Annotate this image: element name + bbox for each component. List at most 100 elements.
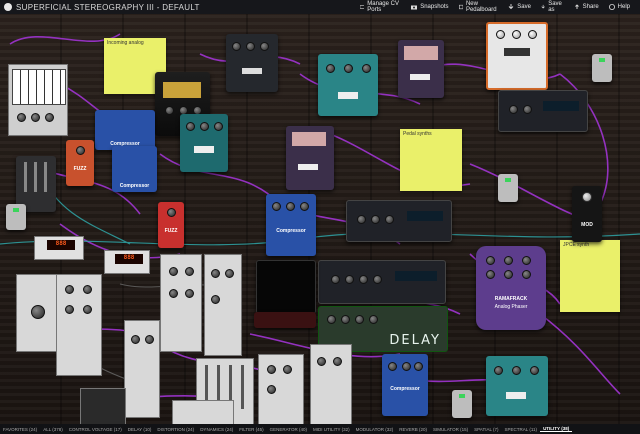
- switch-pedal-2[interactable]: [498, 174, 518, 202]
- snapshots-button[interactable]: Snapshots: [411, 4, 449, 10]
- tab-spatial[interactable]: SPATIAL (7): [471, 427, 501, 432]
- knob[interactable]: [388, 362, 397, 371]
- knob[interactable]: [211, 269, 220, 278]
- footswitch[interactable]: [582, 192, 592, 202]
- mod-pedal[interactable]: MOD: [572, 186, 602, 242]
- fader[interactable]: [44, 162, 47, 192]
- knob[interactable]: [345, 275, 354, 284]
- knob[interactable]: [523, 105, 532, 114]
- sequencer-module-2[interactable]: 888: [104, 250, 150, 274]
- piano-keys[interactable]: [12, 69, 66, 105]
- knob[interactable]: [211, 295, 220, 304]
- grey-module-6[interactable]: [258, 354, 304, 424]
- grey-module-8[interactable]: [172, 400, 234, 424]
- knob[interactable]: [486, 256, 495, 265]
- knob[interactable]: [131, 335, 140, 344]
- tab-generator[interactable]: GENERATOR (40): [267, 427, 310, 432]
- knob[interactable]: [145, 335, 154, 344]
- knob[interactable]: [169, 289, 178, 298]
- switch-pedal-4[interactable]: [6, 204, 26, 230]
- knob[interactable]: [504, 270, 513, 279]
- grey-module-5[interactable]: [124, 320, 160, 418]
- tab-dynamics[interactable]: DYNAMICS (24): [197, 427, 236, 432]
- pedal-faders[interactable]: [404, 46, 438, 60]
- compressor-pedal-c[interactable]: Compressor: [266, 194, 316, 256]
- knob[interactable]: [331, 275, 340, 284]
- knob[interactable]: [486, 270, 495, 279]
- teal-pedal-2[interactable]: [318, 54, 378, 116]
- knob[interactable]: [200, 122, 209, 131]
- knob[interactable]: [83, 305, 92, 314]
- knob[interactable]: [355, 315, 364, 324]
- knob[interactable]: [31, 113, 40, 122]
- teal-pedal-3[interactable]: [486, 356, 548, 416]
- knob[interactable]: [272, 202, 281, 211]
- rack-unit-2[interactable]: [498, 90, 588, 132]
- knob[interactable]: [232, 42, 241, 51]
- knob[interactable]: [267, 385, 276, 394]
- tab-delay[interactable]: DELAY (10): [125, 427, 155, 432]
- teal-pedal-1[interactable]: [180, 114, 228, 172]
- share-button[interactable]: Share: [574, 4, 599, 10]
- tab-reverb[interactable]: REVERB (20): [396, 427, 430, 432]
- grey-module-1[interactable]: [16, 274, 58, 352]
- new-pedalboard-button[interactable]: New Pedalboard: [458, 1, 499, 13]
- tab-control-voltage[interactable]: CONTROL VOLTAGE (17): [66, 427, 125, 432]
- manage-cv-button[interactable]: Manage CV Ports: [360, 1, 401, 13]
- tab-utility[interactable]: UTILITY (38): [540, 426, 573, 432]
- knob[interactable]: [371, 215, 380, 224]
- knob[interactable]: [530, 366, 539, 375]
- fader[interactable]: [34, 162, 37, 192]
- knob[interactable]: [283, 365, 292, 374]
- knob[interactable]: [185, 267, 194, 276]
- knob[interactable]: [341, 315, 350, 324]
- knob[interactable]: [83, 285, 92, 294]
- tab-filter[interactable]: FILTER (45): [236, 427, 266, 432]
- tab-all[interactable]: ALL (378): [40, 427, 66, 432]
- sequencer-module-1[interactable]: 888: [34, 236, 84, 260]
- knob[interactable]: [496, 30, 505, 39]
- fader[interactable]: [241, 365, 244, 409]
- tab-spectral[interactable]: SPECTRAL (11): [502, 427, 541, 432]
- knob[interactable]: [45, 113, 54, 122]
- grey-module-4[interactable]: [204, 254, 242, 356]
- tab-distortion[interactable]: DISTORTION (24): [154, 427, 197, 432]
- knob[interactable]: [186, 122, 195, 131]
- help-button[interactable]: Help: [608, 4, 630, 10]
- knob[interactable]: [522, 270, 531, 279]
- knob[interactable]: [402, 362, 411, 371]
- knob[interactable]: [326, 64, 335, 73]
- save-button[interactable]: Save: [508, 4, 531, 10]
- compressor-pedal-a[interactable]: Compressor: [95, 110, 155, 150]
- looper-controls[interactable]: [254, 312, 316, 328]
- knob[interactable]: [333, 357, 342, 366]
- knob[interactable]: [286, 202, 295, 211]
- purple-pedal-1[interactable]: [398, 40, 444, 98]
- fader[interactable]: [24, 162, 27, 192]
- knob[interactable]: [300, 202, 309, 211]
- fuzz-pedal-a[interactable]: FUZZ: [66, 140, 94, 186]
- rack-unit-1[interactable]: [346, 200, 452, 242]
- sticky-note-jpce[interactable]: JPCE synth: [560, 240, 620, 312]
- knob[interactable]: [369, 315, 378, 324]
- compressor-pedal-b[interactable]: Compressor: [112, 146, 157, 192]
- knob[interactable]: [185, 289, 194, 298]
- knob[interactable]: [385, 215, 394, 224]
- grey-module-7[interactable]: [310, 344, 352, 424]
- sticky-note-pedal-synths[interactable]: Pedal synths: [400, 129, 462, 191]
- knob[interactable]: [65, 305, 74, 314]
- tab-simulator[interactable]: SIMULATOR (15): [430, 427, 471, 432]
- knob[interactable]: [373, 275, 382, 284]
- grey-module-3[interactable]: [160, 254, 202, 352]
- keyboard-module[interactable]: [8, 64, 68, 136]
- knob[interactable]: [65, 285, 74, 294]
- knob[interactable]: [267, 365, 276, 374]
- grey-module-2[interactable]: [56, 274, 102, 376]
- knob[interactable]: [362, 64, 371, 73]
- knob[interactable]: [225, 269, 234, 278]
- knob[interactable]: [17, 113, 26, 122]
- switch-pedal-3[interactable]: [452, 390, 472, 418]
- knob[interactable]: [359, 275, 368, 284]
- grey-module-9[interactable]: [80, 388, 126, 424]
- switch-pedal-1[interactable]: [592, 54, 612, 82]
